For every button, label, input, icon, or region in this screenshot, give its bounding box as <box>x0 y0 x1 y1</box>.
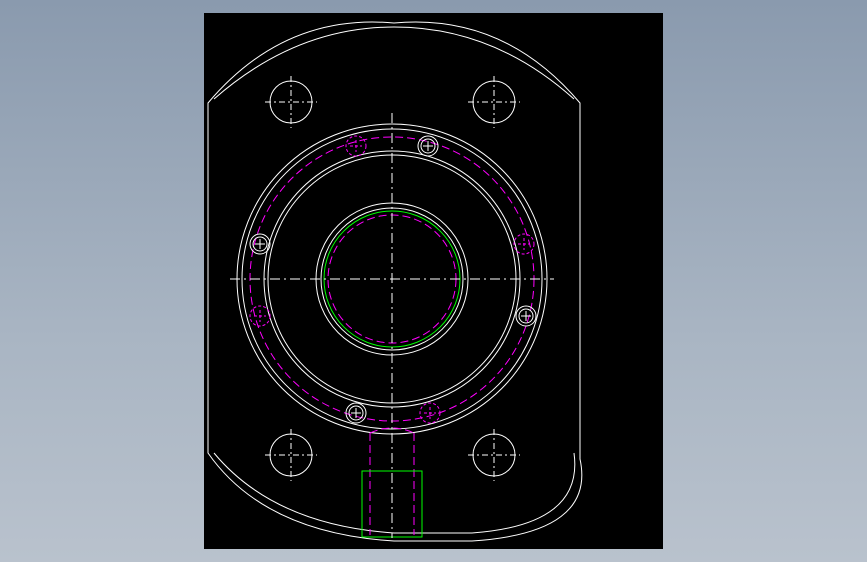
main-centerlines <box>230 113 554 538</box>
hidden-screw-bottom <box>419 402 441 424</box>
screw-bottom <box>345 402 367 424</box>
bolt-hole-bottom-right <box>472 433 516 477</box>
screw-left <box>249 233 271 255</box>
housing-top-arc <box>213 26 575 100</box>
housing-bottom-arc <box>213 452 576 534</box>
cad-drawing <box>207 21 583 542</box>
cad-viewport[interactable] <box>204 13 663 549</box>
screw-top <box>417 135 439 157</box>
hidden-screw-top-left <box>345 135 367 157</box>
bolt-hole-top-right <box>472 80 516 124</box>
bolt-hole-top-left <box>269 80 313 124</box>
bolt-hole-bottom-left <box>269 433 313 477</box>
screw-right <box>515 305 537 327</box>
